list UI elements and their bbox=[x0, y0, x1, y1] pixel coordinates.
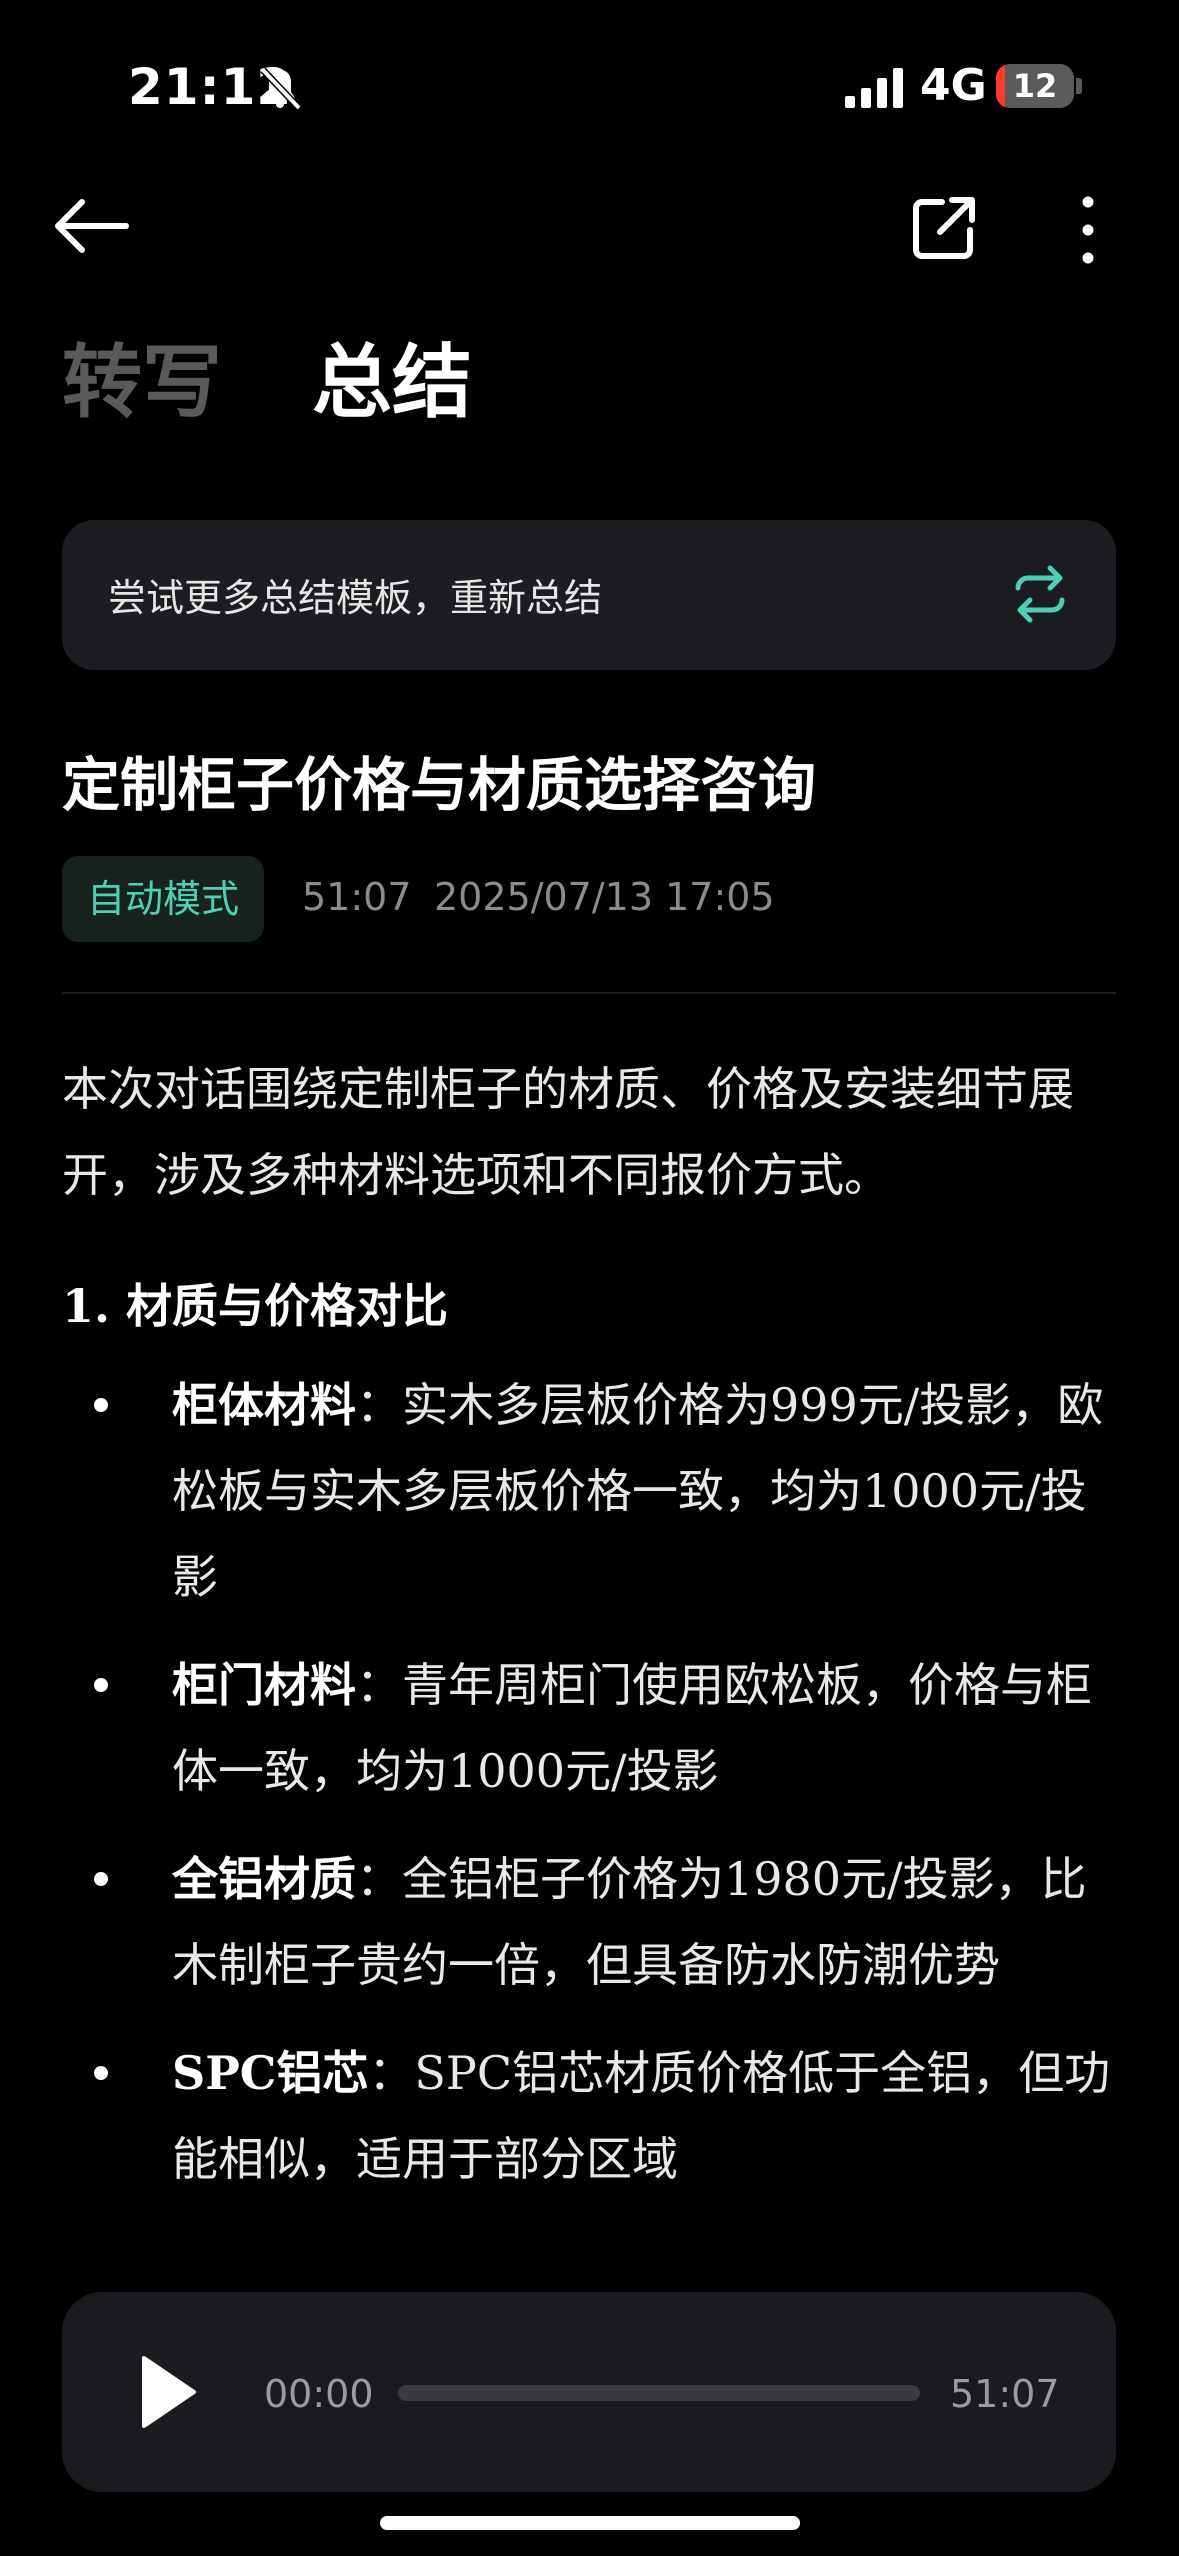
tab-transcript[interactable]: 转写 bbox=[62, 318, 222, 434]
divider bbox=[62, 992, 1116, 994]
summary-intro: 本次对话围绕定制柜子的材质、价格及安装细节展开，涉及多种材料选项和不同报价方式。 bbox=[62, 1062, 1074, 1202]
bullet-separator: ： bbox=[356, 1852, 402, 1906]
bell-slash-icon bbox=[260, 67, 302, 111]
battery-icon: 12 bbox=[996, 64, 1074, 108]
progress-slider[interactable] bbox=[398, 2385, 920, 2401]
network-type: 4G bbox=[920, 60, 987, 111]
play-icon[interactable] bbox=[138, 2354, 198, 2430]
back-arrow-icon[interactable] bbox=[52, 196, 132, 256]
bullet-separator: ： bbox=[356, 1658, 402, 1712]
current-time: 00:00 bbox=[264, 2372, 374, 2416]
bullet-label: 柜体材料 bbox=[172, 1378, 356, 1432]
battery-percent: 12 bbox=[1012, 67, 1058, 105]
template-banner-text: 尝试更多总结模板，重新总结 bbox=[108, 576, 603, 620]
bullet-label: SPC铝芯 bbox=[172, 2046, 369, 2100]
list-item: SPC铝芯：SPC铝芯材质价格低于全铝，但功能相似，适用于部分区域 bbox=[62, 2030, 1116, 2202]
record-duration: 51:07 bbox=[302, 875, 412, 919]
record-title: 定制柜子价格与材质选择咨询 bbox=[62, 751, 817, 819]
bullet-separator: ： bbox=[356, 1378, 402, 1432]
bullet-label: 全铝材质 bbox=[172, 1852, 356, 1906]
battery-nub bbox=[1076, 78, 1082, 94]
bullet-separator: ： bbox=[368, 2046, 415, 2100]
bullet-label: 柜门材料 bbox=[172, 1658, 356, 1712]
record-datetime: 2025/07/13 17:05 bbox=[434, 875, 775, 919]
bullet-dot bbox=[94, 1872, 108, 1886]
signal-icon bbox=[845, 68, 903, 108]
mode-badge: 自动模式 bbox=[62, 856, 264, 942]
share-icon[interactable] bbox=[908, 192, 980, 264]
section-heading: 1. 材质与价格对比 bbox=[62, 1279, 449, 1333]
refresh-icon[interactable] bbox=[1010, 564, 1070, 624]
bullet-dot bbox=[94, 1398, 108, 1412]
bullet-list: 柜体材料：实木多层板价格为999元/投影，欧松板与实木多层板价格一致，均为100… bbox=[62, 1362, 1116, 2224]
list-item: 柜门材料：青年周柜门使用欧松板，价格与柜体一致，均为1000元/投影 bbox=[62, 1642, 1116, 1814]
bullet-dot bbox=[94, 1678, 108, 1692]
list-item: 柜体材料：实木多层板价格为999元/投影，欧松板与实木多层板价格一致，均为100… bbox=[62, 1362, 1116, 1620]
list-item: 全铝材质：全铝柜子价格为1980元/投影，比木制柜子贵约一倍，但具备防水防潮优势 bbox=[62, 1836, 1116, 2008]
more-icon[interactable] bbox=[1068, 190, 1108, 270]
tab-summary[interactable]: 总结 bbox=[312, 318, 472, 434]
home-indicator[interactable] bbox=[380, 2516, 800, 2530]
bullet-dot bbox=[94, 2066, 108, 2080]
total-time: 51:07 bbox=[950, 2372, 1060, 2416]
